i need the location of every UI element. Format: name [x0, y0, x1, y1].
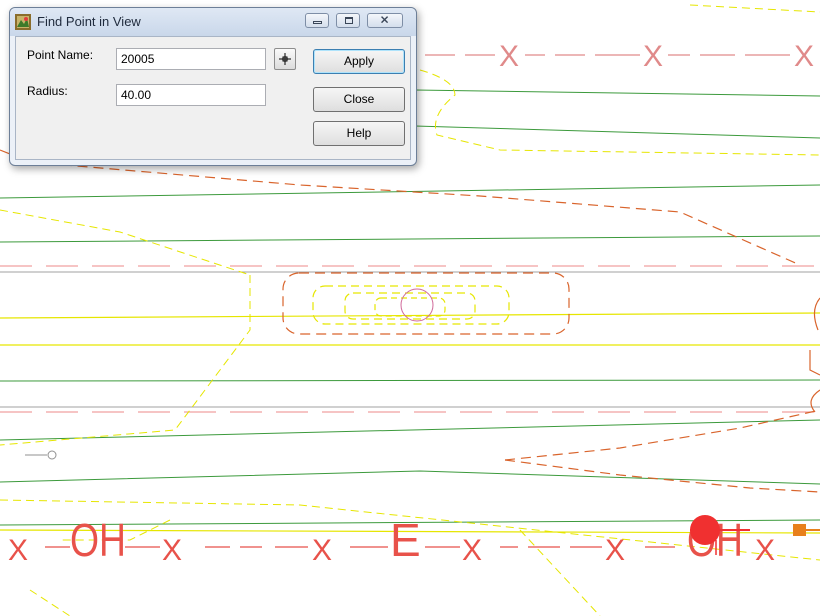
- find-point-dialog: Find Point in View Point Name: 20005 Rad…: [9, 7, 417, 166]
- orange-point-square[interactable]: [793, 524, 806, 536]
- help-button[interactable]: Help: [313, 121, 405, 146]
- point-name-label: Point Name:: [27, 48, 94, 62]
- dialog-title: Find Point in View: [37, 14, 141, 29]
- fence-marker: X: [8, 534, 28, 567]
- fence-marker: X: [794, 40, 814, 73]
- point-name-input[interactable]: 20005: [116, 48, 266, 70]
- fence-marker: X: [499, 40, 519, 73]
- pick-point-button[interactable]: [274, 48, 296, 70]
- dialog-title-bar[interactable]: Find Point in View: [10, 8, 416, 36]
- apply-button[interactable]: Apply: [313, 49, 405, 74]
- close-icon: [381, 16, 389, 24]
- radius-input[interactable]: 40.00: [116, 84, 266, 106]
- minimize-button[interactable]: [305, 13, 329, 28]
- fence-x-markers-top: X X X: [499, 40, 814, 73]
- fence-marker: X: [755, 534, 775, 567]
- maximize-icon: [345, 17, 353, 24]
- orange-dashed-lines: [0, 149, 820, 493]
- bottom-line-markers: X X X X X X OH OH E: [8, 514, 775, 567]
- small-gray-pin: [25, 450, 57, 460]
- pink-dashed-lines: [0, 265, 820, 413]
- fence-marker: X: [462, 534, 482, 567]
- overhead-line-label: OH: [70, 514, 126, 566]
- gray-lines: [0, 271, 820, 408]
- radius-label: Radius:: [27, 84, 68, 98]
- electric-line-label: E: [390, 514, 421, 566]
- close-button[interactable]: Close: [313, 87, 405, 112]
- fence-marker: X: [643, 40, 663, 73]
- close-window-button[interactable]: [367, 13, 403, 28]
- contour-rings: [282, 272, 570, 335]
- right-edge-fragments: [809, 297, 820, 413]
- crosshair-icon: [279, 53, 291, 65]
- dialog-body: Point Name: 20005 Radius: 40.00 Apply Cl…: [15, 36, 411, 160]
- app-icon: [15, 14, 31, 30]
- minimize-icon: [313, 21, 322, 24]
- fence-marker: X: [312, 534, 332, 567]
- fence-marker: X: [605, 534, 625, 567]
- yellow-dashed-line: [689, 4, 820, 13]
- maximize-button[interactable]: [336, 13, 360, 28]
- fence-marker: X: [162, 534, 182, 567]
